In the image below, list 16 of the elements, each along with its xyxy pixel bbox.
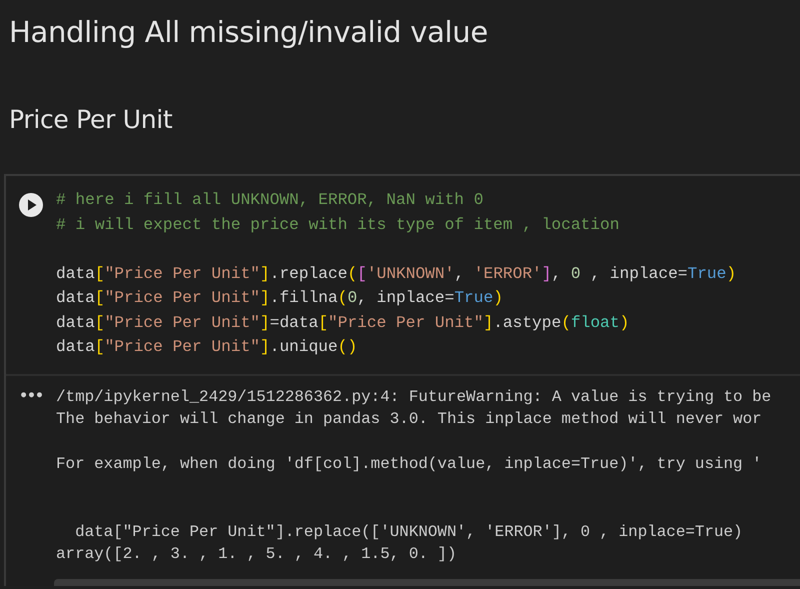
scrollbar[interactable] bbox=[54, 578, 800, 586]
output-line: For example, when doing 'df[col].method(value, inplace=True)', try using ' bbox=[56, 454, 762, 475]
heading: Handling All missing/invalid value bbox=[8, 15, 488, 49]
output-line: /tmp/ipykernel_2429/1512286362.py:4: FutureWarning: A value is trying to be bbox=[56, 386, 772, 408]
output-line: array([2. , 3. , 1. , 5. , 4. , 1.5, 0. ]) bbox=[56, 544, 457, 565]
output-line: The behavior will change in pandas 3.0. This inplace method will never wor bbox=[56, 409, 762, 430]
code-line: # here i fill all UNKNOWN, ERROR, NaN with 0 bbox=[56, 190, 484, 211]
heading: Price Per Unit bbox=[8, 105, 172, 134]
code-line: data["Price Per Unit"].replace(['UNKNOWN', 'ERROR'], 0 , inplace=True) bbox=[56, 264, 736, 284]
code-line: # i will expect the price with its type of item , location bbox=[56, 214, 620, 236]
output-menu[interactable]: ••• bbox=[6, 388, 56, 406]
run-button[interactable] bbox=[18, 192, 44, 218]
output-line: data["Price Per Unit"].replace(['UNKNOWN', 'ERROR'], 0 , inplace=True) bbox=[74, 522, 743, 542]
code-line: data["Price Per Unit"].fillna(0, inplace=True) bbox=[56, 288, 503, 309]
code-line: data["Price Per Unit"]=data["Price Per Unit"].astype(float) bbox=[56, 312, 630, 334]
code-line: data["Price Per Unit"].unique() bbox=[56, 337, 358, 358]
